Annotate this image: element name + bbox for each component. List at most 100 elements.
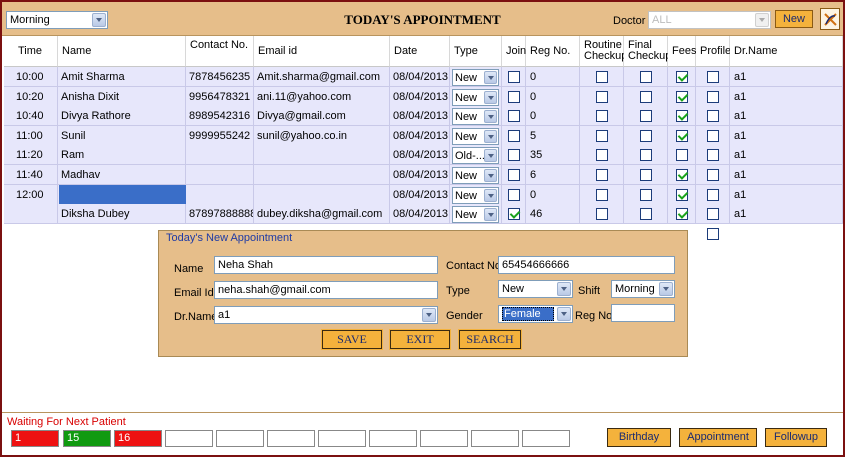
name-cell[interactable]: Amit Sharma xyxy=(58,67,186,87)
chevron-down-icon[interactable] xyxy=(422,308,436,322)
reg-cell[interactable]: 0 xyxy=(526,184,580,205)
time-cell[interactable]: 10:00 xyxy=(4,67,58,87)
join-cell[interactable] xyxy=(502,86,526,107)
selected-name-cell[interactable] xyxy=(59,185,186,204)
chevron-down-icon[interactable] xyxy=(484,169,497,182)
waiting-box[interactable] xyxy=(522,430,570,447)
fees-checkbox[interactable] xyxy=(676,71,688,83)
type-select[interactable]: Old-... xyxy=(452,147,499,165)
waiting-box[interactable]: 15 xyxy=(63,430,111,447)
routine-checkbox[interactable] xyxy=(596,169,608,181)
table-row[interactable]: 11:40 Madhav 08/04/2013 New 6 a1 xyxy=(4,165,843,185)
contact-input[interactable]: 65454666666 xyxy=(498,256,675,274)
fees-checkbox[interactable] xyxy=(676,129,688,142)
email-cell[interactable] xyxy=(254,184,390,205)
profile-cell[interactable] xyxy=(696,165,730,185)
final-cell[interactable] xyxy=(624,204,668,225)
type-select[interactable]: New xyxy=(452,186,499,204)
routine-cell[interactable] xyxy=(580,165,624,185)
regno-input[interactable] xyxy=(611,304,675,322)
routine-checkbox[interactable] xyxy=(596,149,608,162)
column-header[interactable]: Final Checkup xyxy=(624,36,671,67)
date-cell[interactable]: 08/04/2013 xyxy=(390,106,450,127)
fees-cell[interactable] xyxy=(668,125,696,146)
chevron-down-icon[interactable] xyxy=(484,208,497,222)
time-cell[interactable]: 11:40 xyxy=(4,165,58,185)
email-cell[interactable]: dubey.diksha@gmail.com xyxy=(254,204,390,225)
profile-cell[interactable] xyxy=(696,145,730,166)
waiting-box[interactable]: 16 xyxy=(114,430,162,447)
type-select[interactable]: New xyxy=(452,69,499,86)
dr-cell[interactable]: a1 xyxy=(730,165,843,185)
waiting-box[interactable] xyxy=(216,430,264,447)
chevron-down-icon[interactable] xyxy=(484,149,497,163)
save-button[interactable]: SAVE xyxy=(321,329,383,350)
waiting-box[interactable] xyxy=(471,430,519,447)
final-cell[interactable] xyxy=(624,184,668,205)
join-cell[interactable] xyxy=(502,145,526,166)
name-cell[interactable]: Anisha Dixit xyxy=(58,86,186,107)
dr-cell[interactable]: a1 xyxy=(730,184,843,205)
join-checkbox[interactable] xyxy=(508,90,520,103)
dr-cell[interactable]: a1 xyxy=(730,204,843,225)
join-checkbox[interactable] xyxy=(508,129,520,142)
reg-cell[interactable]: 5 xyxy=(526,125,580,146)
profile-cell[interactable] xyxy=(696,125,730,146)
profile-cell[interactable] xyxy=(696,86,730,107)
waiting-box[interactable] xyxy=(165,430,213,447)
birthday-button[interactable]: Birthday xyxy=(607,428,671,447)
contact-cell[interactable]: 87897888888 xyxy=(186,204,254,225)
reg-cell[interactable]: 46 xyxy=(526,204,580,225)
routine-cell[interactable] xyxy=(580,106,624,127)
table-row[interactable]: 10:40 Divya Rathore 8989542316 Divya@gmail.… xyxy=(4,106,843,127)
column-header[interactable]: Time xyxy=(4,36,58,67)
date-cell[interactable]: 08/04/2013 xyxy=(390,184,450,205)
email-cell[interactable] xyxy=(254,145,390,166)
type-select[interactable]: New xyxy=(498,280,573,298)
column-header[interactable]: Date xyxy=(390,36,450,67)
final-checkbox[interactable] xyxy=(640,110,652,123)
form-shift-select[interactable]: Morning xyxy=(611,280,675,298)
column-header[interactable]: Type xyxy=(450,36,502,67)
join-cell[interactable] xyxy=(502,67,526,87)
waiting-box[interactable]: 1 xyxy=(11,430,59,447)
join-checkbox[interactable] xyxy=(508,208,520,221)
column-header[interactable]: Email id xyxy=(254,36,390,67)
fees-cell[interactable] xyxy=(668,86,696,107)
time-cell[interactable]: 10:40 xyxy=(4,106,58,127)
time-cell[interactable]: 11:00 xyxy=(4,125,58,146)
routine-cell[interactable] xyxy=(580,145,624,166)
fees-checkbox[interactable] xyxy=(676,188,688,201)
dr-cell[interactable]: a1 xyxy=(730,86,843,107)
fees-cell[interactable] xyxy=(668,67,696,87)
join-cell[interactable] xyxy=(502,165,526,185)
table-row[interactable]: 10:00 Amit Sharma 7878456235 Amit.sharma@gm… xyxy=(4,67,843,87)
profile-checkbox[interactable] xyxy=(707,208,719,221)
time-cell[interactable]: 12:00 xyxy=(4,184,58,205)
fees-cell[interactable] xyxy=(668,204,696,225)
fees-checkbox[interactable] xyxy=(676,169,688,181)
fees-cell[interactable] xyxy=(668,145,696,166)
contact-cell[interactable]: 8989542316 xyxy=(186,106,254,127)
final-cell[interactable] xyxy=(624,86,668,107)
email-cell[interactable]: sunil@yahoo.co.in xyxy=(254,125,390,146)
date-cell[interactable]: 08/04/2013 xyxy=(390,86,450,107)
profile-cell[interactable] xyxy=(696,67,730,87)
gender-select[interactable]: Female xyxy=(498,305,573,323)
final-checkbox[interactable] xyxy=(640,129,652,142)
doctor-select[interactable]: ALL xyxy=(648,11,771,29)
type-select[interactable]: New xyxy=(452,167,499,184)
type-cell[interactable]: New xyxy=(450,106,502,127)
chevron-down-icon[interactable] xyxy=(659,282,673,296)
chevron-down-icon[interactable] xyxy=(557,282,571,296)
date-cell[interactable]: 08/04/2013 xyxy=(390,67,450,87)
routine-checkbox[interactable] xyxy=(596,71,608,83)
name-cell[interactable]: Diksha Dubey xyxy=(58,204,186,225)
dr-cell[interactable]: a1 xyxy=(730,145,843,166)
final-checkbox[interactable] xyxy=(640,90,652,103)
fees-cell[interactable] xyxy=(668,165,696,185)
fees-cell[interactable] xyxy=(668,184,696,205)
date-cell[interactable]: 08/04/2013 xyxy=(390,204,450,225)
email-cell[interactable] xyxy=(254,165,390,185)
reg-cell[interactable]: 0 xyxy=(526,67,580,87)
